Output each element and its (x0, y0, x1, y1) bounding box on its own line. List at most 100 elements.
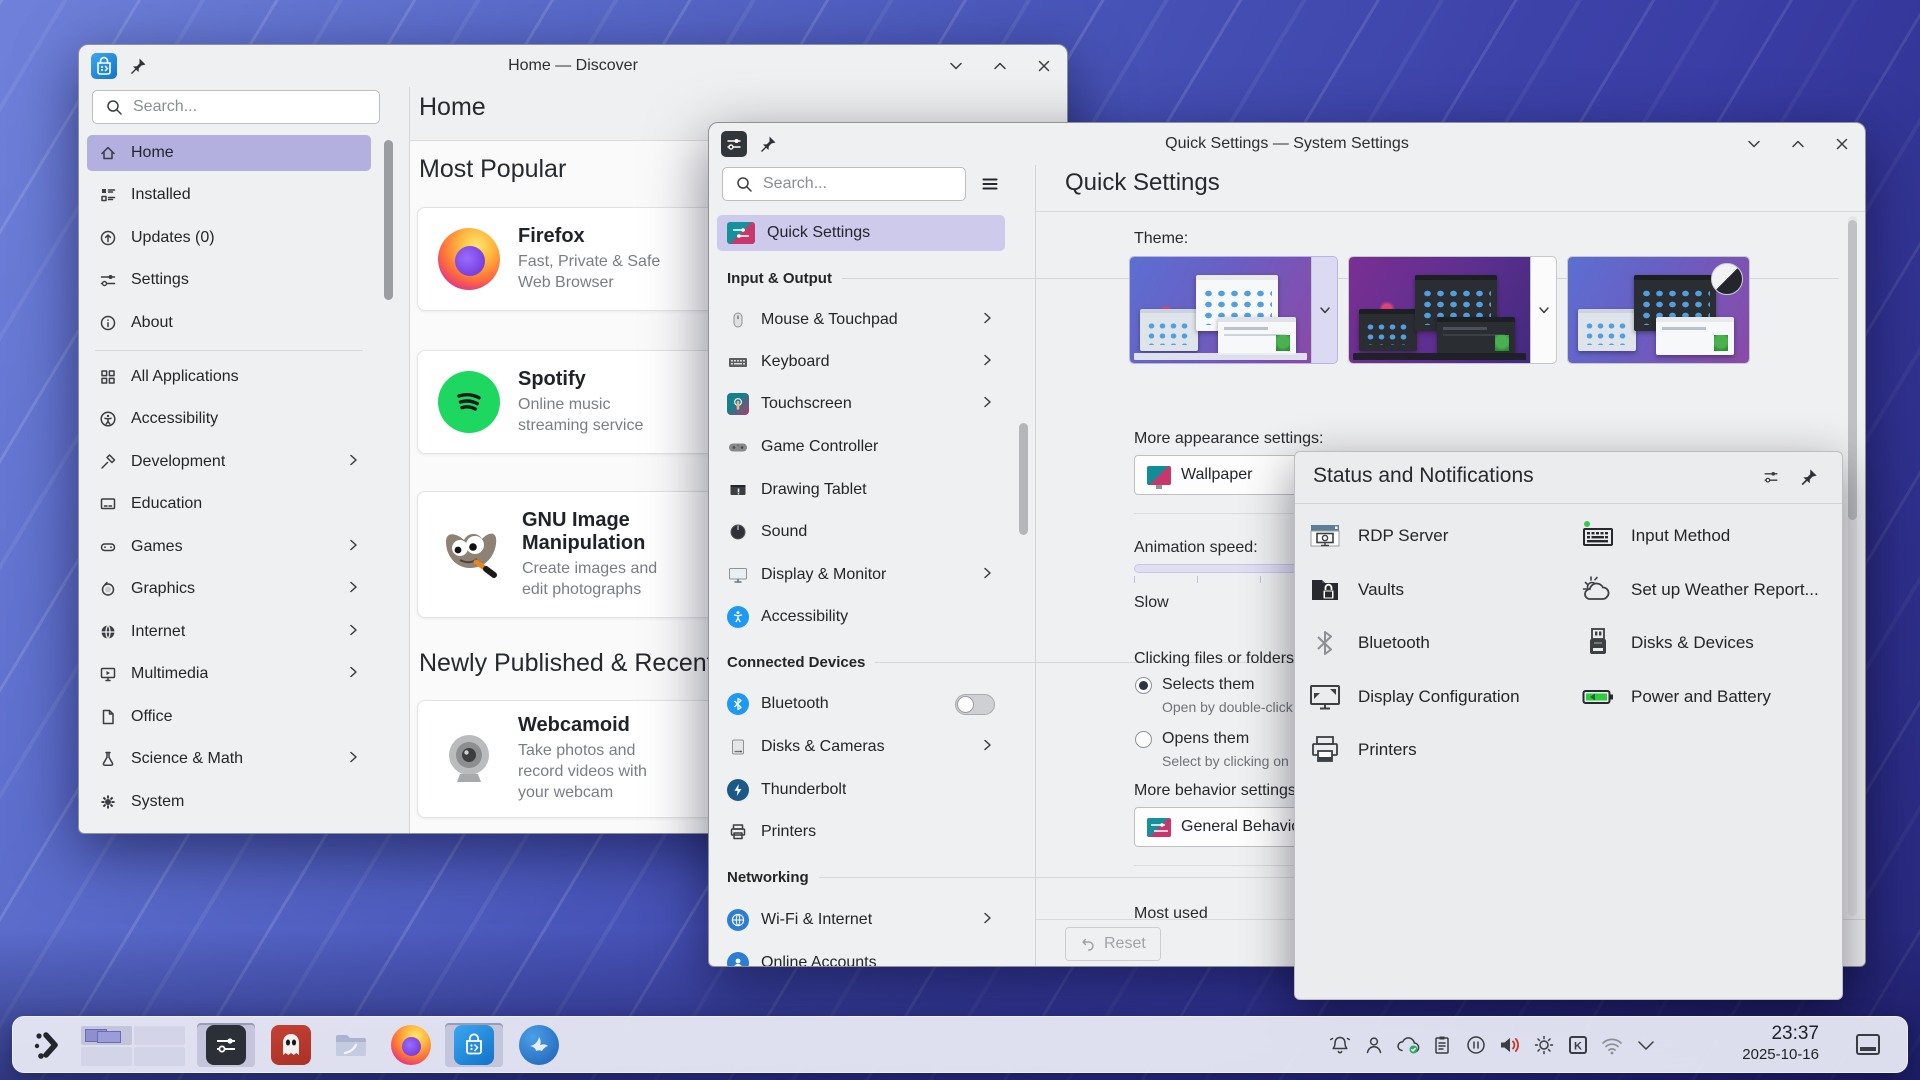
sidebar-item-updates[interactable]: Updates (0) (87, 220, 371, 256)
popup-header-divider (1295, 503, 1842, 504)
settings-titlebar[interactable]: Quick Settings — System Settings (709, 123, 1865, 165)
settings-sidebar-sound[interactable]: Sound (717, 514, 1005, 550)
task-discover[interactable] (445, 1023, 503, 1067)
settings-scrollbar[interactable] (1848, 220, 1857, 520)
configure-icon[interactable] (1762, 468, 1780, 486)
chevron-right-icon (345, 452, 361, 473)
discover-search[interactable] (92, 90, 380, 124)
sidebar-item-games[interactable]: Games (87, 529, 371, 565)
settings-sidebar-mouse-touchpad[interactable]: Mouse & Touchpad (717, 302, 1005, 338)
settings-sidebar-quick-settings[interactable]: Quick Settings (717, 215, 1005, 251)
sidebar-item-office[interactable]: Office (87, 699, 371, 735)
discover-sidebar-scrollbar[interactable] (384, 140, 393, 300)
settings-sidebar-printers[interactable]: Printers (717, 814, 1005, 850)
clipboard-icon[interactable] (1425, 1025, 1459, 1065)
media-pause-icon[interactable] (1459, 1025, 1493, 1065)
theme-breeze-dropdown[interactable] (1311, 257, 1337, 363)
pager-desktop-2[interactable] (134, 1026, 185, 1045)
task-falkon[interactable] (513, 1023, 565, 1067)
sidebar-item-graphics[interactable]: Graphics (87, 571, 371, 607)
maximize-button[interactable] (991, 57, 1009, 75)
popup-item-weather[interactable]: Set up Weather Report... (1581, 570, 1819, 610)
disk-icon (727, 736, 749, 758)
settings-sidebar-drawing-tablet[interactable]: Drawing Tablet (717, 472, 1005, 508)
popup-item-bluetooth[interactable]: Bluetooth (1308, 623, 1430, 663)
chevron-right-icon (345, 622, 361, 643)
sidebar-item-accessibility[interactable]: Accessibility (87, 401, 371, 437)
user-icon[interactable] (1357, 1025, 1391, 1065)
settings-search-input[interactable] (763, 175, 955, 193)
popup-item-input-method[interactable]: Input Method (1581, 516, 1730, 556)
desktop: Home — Discover Home Installed Updates (… (0, 0, 1920, 1080)
show-desktop-button[interactable] (1853, 1031, 1883, 1059)
settings-sidebar-keyboard[interactable]: Keyboard (717, 344, 1005, 380)
popup-item-power-battery[interactable]: Power and Battery (1581, 677, 1771, 717)
settings-sidebar-online-accounts[interactable]: Online Accounts (717, 945, 1005, 967)
task-ghostwriter[interactable] (265, 1023, 317, 1067)
theme-automatic[interactable] (1567, 256, 1750, 364)
sidebar-item-multimedia[interactable]: Multimedia (87, 656, 371, 692)
tray-expand-chevron[interactable] (1629, 1025, 1663, 1065)
sidebar-item-education[interactable]: Education (87, 486, 371, 522)
keyboard-layout-indicator[interactable]: K (1561, 1025, 1595, 1065)
maximize-button[interactable] (1789, 135, 1807, 153)
reset-button[interactable]: Reset (1065, 927, 1161, 961)
sidebar-item-system[interactable]: System (87, 784, 371, 820)
close-button[interactable] (1833, 135, 1851, 153)
sidebar-item-development[interactable]: Development (87, 444, 371, 480)
pager-desktop-4[interactable] (134, 1047, 185, 1066)
sidebar-item-about[interactable]: About (87, 305, 371, 341)
close-button[interactable] (1035, 57, 1053, 75)
sidebar-item-science-math[interactable]: Science & Math (87, 741, 371, 777)
settings-sidebar-scrollbar[interactable] (1019, 423, 1028, 535)
settings-sidebar-accessibility[interactable]: Accessibility (717, 599, 1005, 635)
digital-clock[interactable]: 23:37 2025-10-16 (1709, 1023, 1819, 1068)
theme-breeze-dark-dropdown[interactable] (1530, 257, 1556, 363)
updates-icon (97, 227, 119, 249)
sidebar-item-internet[interactable]: Internet (87, 614, 371, 650)
popup-item-disks-devices[interactable]: Disks & Devices (1581, 623, 1754, 663)
settings-sidebar-bluetooth[interactable]: Bluetooth (717, 686, 1005, 722)
sidebar-item-installed[interactable]: Installed (87, 177, 371, 213)
popup-item-printers[interactable]: Printers (1308, 730, 1417, 770)
settings-sidebar-disks-cameras[interactable]: Disks & Cameras (717, 729, 1005, 765)
task-dolphin[interactable] (325, 1023, 377, 1067)
pin-icon[interactable] (1800, 468, 1818, 486)
virtual-desktop-pager[interactable] (81, 1026, 185, 1066)
radio-selects-them[interactable] (1135, 677, 1152, 694)
settings-sidebar-wifi-internet[interactable]: Wi-Fi & Internet (717, 902, 1005, 938)
minimize-button[interactable] (947, 57, 965, 75)
sidebar-item-home[interactable]: Home (87, 135, 371, 171)
sliders-icon (97, 269, 119, 291)
cloud-sync-icon[interactable] (1391, 1025, 1425, 1065)
sidebar-item-all-applications[interactable]: All Applications (87, 359, 371, 395)
hamburger-menu-icon[interactable] (981, 175, 999, 193)
settings-sidebar-display-monitor[interactable]: Display & Monitor (717, 557, 1005, 593)
settings-search[interactable] (722, 167, 966, 201)
theme-breeze-dark[interactable] (1348, 256, 1557, 364)
pager-desktop-3[interactable] (81, 1047, 132, 1066)
settings-sidebar-thunderbolt[interactable]: Thunderbolt (717, 772, 1005, 808)
task-firefox[interactable] (385, 1023, 437, 1067)
settings-sidebar-touchscreen[interactable]: Touchscreen (717, 386, 1005, 422)
bluetooth-toggle[interactable] (955, 694, 995, 715)
minimize-button[interactable] (1745, 135, 1763, 153)
pin-icon[interactable] (129, 57, 147, 75)
radio-opens-them[interactable] (1135, 731, 1152, 748)
pin-icon[interactable] (759, 135, 777, 153)
app-launcher-button[interactable] (27, 1025, 69, 1067)
brightness-icon[interactable] (1527, 1025, 1561, 1065)
notifications-icon[interactable] (1323, 1025, 1357, 1065)
sidebar-item-settings[interactable]: Settings (87, 262, 371, 298)
theme-breeze[interactable] (1129, 256, 1338, 364)
pager-desktop-1[interactable] (81, 1026, 132, 1045)
discover-search-input[interactable] (133, 98, 369, 116)
task-system-settings[interactable] (197, 1023, 255, 1067)
popup-item-rdp-server[interactable]: RDP Server (1308, 516, 1448, 556)
discover-titlebar[interactable]: Home — Discover (79, 45, 1067, 87)
settings-sidebar-game-controller[interactable]: Game Controller (717, 429, 1005, 465)
popup-item-vaults[interactable]: Vaults (1308, 570, 1404, 610)
volume-icon[interactable] (1493, 1025, 1527, 1065)
popup-item-display-configuration[interactable]: Display Configuration (1308, 677, 1520, 717)
wifi-icon[interactable] (1595, 1025, 1629, 1065)
